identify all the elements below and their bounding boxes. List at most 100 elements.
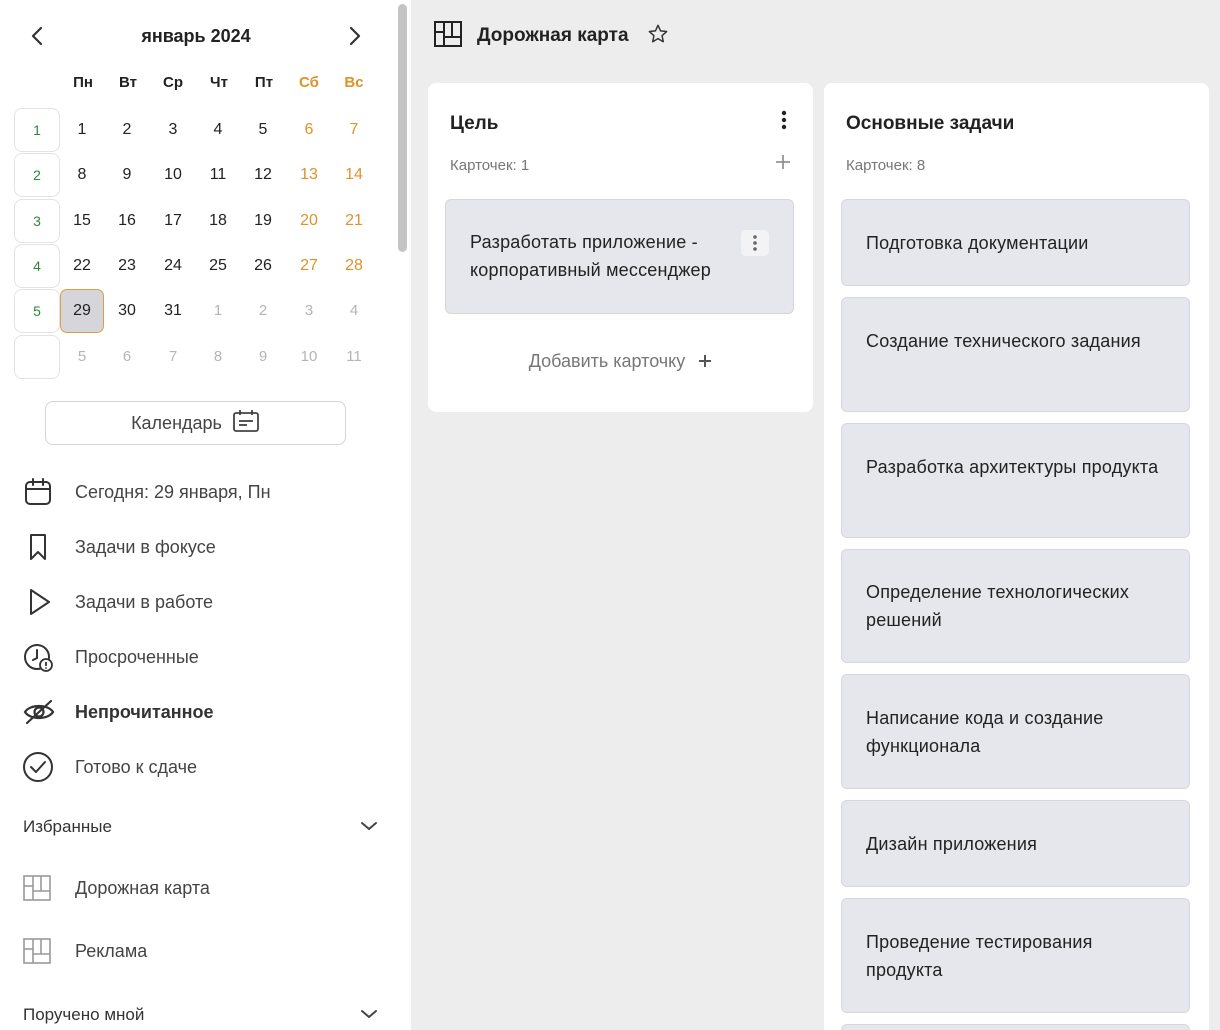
clock-alert-icon bbox=[22, 641, 62, 673]
calendar-day[interactable]: 5 bbox=[241, 108, 285, 152]
calendar-button[interactable]: Календарь bbox=[45, 401, 346, 445]
board-icon bbox=[433, 20, 463, 53]
week-number[interactable] bbox=[14, 335, 60, 379]
card[interactable]: Разработать приложение - корпоративный м… bbox=[445, 199, 794, 314]
calendar-day[interactable]: 26 bbox=[241, 244, 285, 288]
weekday-label: Чт bbox=[210, 74, 228, 91]
chevron-down-icon[interactable] bbox=[360, 817, 378, 837]
nav-item-unread[interactable]: Непрочитанное bbox=[22, 692, 214, 732]
plus-icon bbox=[698, 352, 712, 372]
card[interactable]: Разработка архитектуры продукта bbox=[841, 423, 1190, 538]
card-title: Написание кода и создание функционала bbox=[866, 708, 1104, 756]
calendar-day[interactable]: 25 bbox=[196, 244, 240, 288]
play-icon bbox=[22, 586, 62, 618]
calendar-day[interactable]: 30 bbox=[105, 289, 149, 333]
calendar-day[interactable]: 14 bbox=[332, 153, 376, 197]
card-title: Определение технологических решений bbox=[866, 582, 1130, 630]
calendar-header: январь 2024 bbox=[0, 18, 392, 54]
favorite-item-roadmap[interactable]: Дорожная карта bbox=[22, 868, 210, 908]
weekday-label: Пн bbox=[73, 74, 93, 91]
column-title: Цель bbox=[450, 113, 499, 134]
nav-item-label: Готово к сдаче bbox=[75, 756, 197, 777]
plus-icon[interactable] bbox=[775, 153, 791, 173]
card[interactable]: Проведение тестирования продукта bbox=[841, 898, 1190, 1013]
favorites-section-header[interactable]: Избранные bbox=[23, 812, 378, 842]
star-icon[interactable] bbox=[647, 23, 669, 50]
nav-item-ready[interactable]: Готово к сдаче bbox=[22, 747, 197, 787]
card[interactable] bbox=[841, 1024, 1190, 1030]
calendar-day[interactable]: 7 bbox=[332, 108, 376, 152]
sidebar-scrollbar[interactable] bbox=[398, 4, 407, 252]
calendar-day[interactable]: 18 bbox=[196, 199, 240, 243]
calendar-day[interactable]: 16 bbox=[105, 199, 149, 243]
calendar-day[interactable]: 24 bbox=[151, 244, 195, 288]
card[interactable]: Написание кода и создание функционала bbox=[841, 674, 1190, 789]
calendar-day[interactable]: 2 bbox=[105, 108, 149, 152]
more-vertical-icon[interactable] bbox=[741, 230, 769, 256]
calendar-day-other-month[interactable]: 5 bbox=[60, 335, 104, 379]
nav-item-today[interactable]: Сегодня: 29 января, Пн bbox=[22, 472, 271, 512]
calendar-day[interactable]: 29 bbox=[60, 289, 104, 333]
calendar-day[interactable]: 11 bbox=[196, 153, 240, 197]
calendar-day[interactable]: 28 bbox=[332, 244, 376, 288]
add-card-button[interactable]: Добавить карточку bbox=[428, 351, 813, 373]
weekday-label: Ср bbox=[163, 74, 183, 91]
week-number[interactable]: 5 bbox=[14, 289, 60, 333]
calendar-day-other-month[interactable]: 4 bbox=[332, 289, 376, 333]
chevron-down-icon[interactable] bbox=[360, 1005, 378, 1025]
calendar-day-other-month[interactable]: 2 bbox=[241, 289, 285, 333]
calendar-day-other-month[interactable]: 6 bbox=[105, 335, 149, 379]
weekday-label: Вт bbox=[119, 74, 137, 91]
card-title: Подготовка документации bbox=[866, 233, 1089, 253]
week-number[interactable]: 3 bbox=[14, 199, 60, 243]
calendar-day[interactable]: 8 bbox=[60, 153, 104, 197]
calendar-day[interactable]: 22 bbox=[60, 244, 104, 288]
calendar-day-other-month[interactable]: 9 bbox=[241, 335, 285, 379]
nav-item-in-progress[interactable]: Задачи в работе bbox=[22, 582, 213, 622]
calendar-day-other-month[interactable]: 11 bbox=[332, 335, 376, 379]
calendar-day[interactable]: 1 bbox=[60, 108, 104, 152]
card-title: Дизайн приложения bbox=[866, 834, 1038, 854]
week-number[interactable]: 2 bbox=[14, 153, 60, 197]
column-card-count: Карточек: 1 bbox=[450, 157, 530, 174]
more-vertical-icon[interactable] bbox=[775, 109, 793, 133]
calendar-button-label: Календарь bbox=[131, 412, 222, 433]
favorite-item-ads[interactable]: Реклама bbox=[22, 931, 147, 971]
calendar-day-other-month[interactable]: 1 bbox=[196, 289, 240, 333]
calendar-day[interactable]: 12 bbox=[241, 153, 285, 197]
nav-item-overdue[interactable]: Просроченные bbox=[22, 637, 199, 677]
board-area: Дорожная карта Цель Карточек: 1 Разработ… bbox=[411, 0, 1220, 1030]
calendar-day-other-month[interactable]: 3 bbox=[287, 289, 331, 333]
calendar-day[interactable]: 3 bbox=[151, 108, 195, 152]
card-title: Создание технического задания bbox=[866, 331, 1141, 351]
calendar-day[interactable]: 20 bbox=[287, 199, 331, 243]
week-number[interactable]: 1 bbox=[14, 108, 60, 152]
calendar-day[interactable]: 9 bbox=[105, 153, 149, 197]
calendar-day[interactable]: 6 bbox=[287, 108, 331, 152]
calendar-day[interactable]: 19 bbox=[241, 199, 285, 243]
card[interactable]: Дизайн приложения bbox=[841, 800, 1190, 887]
calendar-day[interactable]: 27 bbox=[287, 244, 331, 288]
chevron-right-icon[interactable] bbox=[342, 24, 366, 48]
card[interactable]: Создание технического задания bbox=[841, 297, 1190, 412]
calendar-day[interactable]: 17 bbox=[151, 199, 195, 243]
board-column-goal: Цель Карточек: 1 Разработать приложение … bbox=[428, 83, 813, 412]
calendar-day[interactable]: 23 bbox=[105, 244, 149, 288]
calendar-day[interactable]: 4 bbox=[196, 108, 240, 152]
card[interactable]: Определение технологических решений bbox=[841, 549, 1190, 663]
assigned-section-header[interactable]: Поручено мной bbox=[23, 1000, 378, 1030]
check-circle-icon bbox=[22, 751, 62, 783]
calendar-day[interactable]: 31 bbox=[151, 289, 195, 333]
calendar-day[interactable]: 15 bbox=[60, 199, 104, 243]
card[interactable]: Подготовка документации bbox=[841, 199, 1190, 286]
calendar-day[interactable]: 21 bbox=[332, 199, 376, 243]
calendar-day-other-month[interactable]: 10 bbox=[287, 335, 331, 379]
assigned-title: Поручено мной bbox=[23, 1005, 145, 1024]
week-number[interactable]: 4 bbox=[14, 244, 60, 288]
calendar-day[interactable]: 13 bbox=[287, 153, 331, 197]
column-card-count: Карточек: 8 bbox=[846, 157, 926, 174]
calendar-day-other-month[interactable]: 8 bbox=[196, 335, 240, 379]
calendar-day-other-month[interactable]: 7 bbox=[151, 335, 195, 379]
calendar-day[interactable]: 10 bbox=[151, 153, 195, 197]
nav-item-focus[interactable]: Задачи в фокусе bbox=[22, 527, 216, 567]
